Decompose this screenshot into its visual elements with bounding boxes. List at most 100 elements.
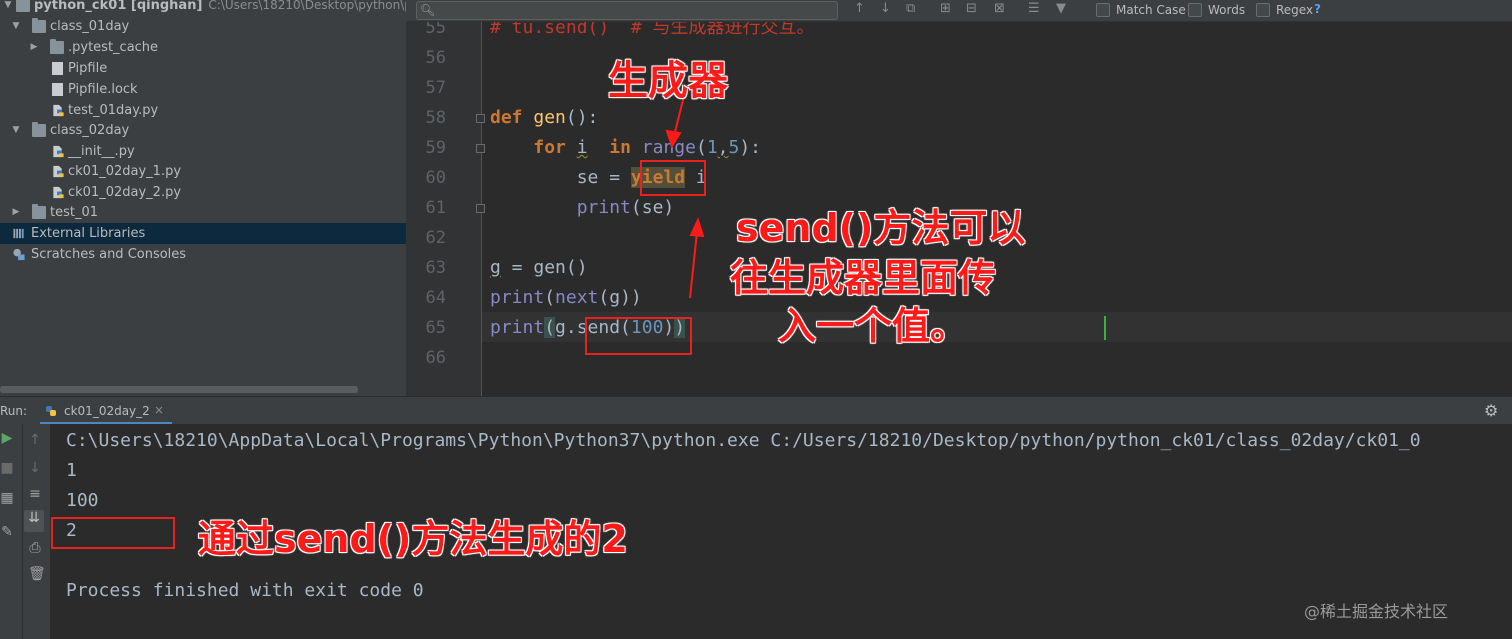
keyword-in: in <box>609 137 631 158</box>
code-line-55: # tu.send() # 与生成器进行交互。 <box>490 22 815 43</box>
tree-item-ck01-02day-2-py[interactable]: ck01_02day_2.py <box>0 182 406 203</box>
down-arrow-icon[interactable]: ↓ <box>28 460 42 476</box>
find-input[interactable]: 🔍︎ <box>416 1 838 20</box>
select-occurrences-icon[interactable]: ⊠ <box>994 1 1005 16</box>
text-caret <box>1104 316 1106 340</box>
tree-item-label: External Libraries <box>31 226 146 241</box>
run-tab[interactable]: ck01_02day_2 × <box>40 397 172 425</box>
next-occurrence-icon[interactable]: ↓ <box>880 1 891 16</box>
chevron-down-icon[interactable]: ▼ <box>10 16 22 37</box>
match-case-label: Match Case <box>1116 3 1186 17</box>
code-token: ( <box>544 287 556 308</box>
horizontal-scrollbar[interactable] <box>0 386 358 393</box>
filter-options-icon[interactable]: ☰ <box>1028 1 1040 16</box>
run-tab-label: ck01_02day_2 <box>64 404 150 418</box>
folder-icon <box>16 0 30 12</box>
rerun-icon[interactable]: ▶ <box>0 430 14 446</box>
tree-item-test-01day-py[interactable]: test_01day.py <box>0 100 406 121</box>
folder-icon <box>50 39 64 54</box>
annotation-send-line3: 入一个值。 <box>778 304 969 348</box>
line-number: 59 <box>425 138 446 158</box>
fold-marker-icon[interactable] <box>476 114 485 123</box>
folder-icon <box>32 204 46 219</box>
layout-icon[interactable]: ▦ <box>0 490 14 506</box>
project-tree: ▼ python_ck01 [qinghan] C:\Users\18210\De… <box>0 0 406 396</box>
tree-item-label: class_01day <box>50 19 130 34</box>
trash-icon[interactable]: 🗑︎ <box>28 566 46 582</box>
tree-item-label: __init__.py <box>68 144 135 159</box>
line-number: 57 <box>425 78 446 98</box>
console-command-line: C:\Users\18210\AppData\Local\Programs\Py… <box>66 430 1421 451</box>
fold-marker-icon[interactable] <box>476 204 485 213</box>
tree-item-pipfile-lock[interactable]: Pipfile.lock <box>0 79 406 100</box>
yield-highlight-box <box>640 160 706 196</box>
tree-item-class-01day[interactable]: ▼ class_01day <box>0 16 406 37</box>
scratches-icon <box>13 248 25 261</box>
builtin-range: range <box>641 137 696 158</box>
python-file-icon <box>53 165 64 178</box>
builtin-print: print <box>490 287 545 308</box>
folder-icon <box>32 18 46 33</box>
file-icon <box>52 83 63 96</box>
find-bar: 🔍︎ ↑ ↓ ⧉ ⊞ ⊟ ⊠ ☰ ▼ Match Case Words Rege… <box>406 0 1512 22</box>
tree-item-ck01-02day-1-py[interactable]: ck01_02day_1.py <box>0 161 406 182</box>
line-number: 65 <box>425 318 446 338</box>
send-highlight-box <box>585 317 692 355</box>
gear-icon[interactable]: ⚙ <box>1484 401 1498 420</box>
console-exit-message: Process finished with exit code 0 <box>66 580 424 601</box>
code-token: (): <box>565 107 599 128</box>
code-line-61: print(se) <box>490 193 675 223</box>
tree-item-class-02day[interactable]: ▼ class_02day <box>0 120 406 141</box>
words-checkbox[interactable] <box>1188 3 1202 17</box>
output-2-highlight-box <box>51 517 175 549</box>
pin-icon[interactable]: ✎ <box>0 524 14 540</box>
tree-item-pytest-cache[interactable]: ▶ .pytest_cache <box>0 37 406 58</box>
python-file-icon <box>53 104 64 117</box>
tree-item-external-libraries[interactable]: External Libraries <box>0 223 406 244</box>
builtin-print: print <box>490 317 545 338</box>
scroll-to-end-icon[interactable]: ⇊ <box>24 510 44 532</box>
print-icon[interactable]: ⎙ <box>28 540 42 556</box>
tree-item-label: Scratches and Consoles <box>31 247 187 262</box>
annotation-send-result: 通过send()方法生成的2 <box>198 517 628 561</box>
file-icon <box>52 62 63 75</box>
annotation-send-line1: send()方法可以 <box>736 206 1026 250</box>
regex-help-link[interactable]: ? <box>1314 2 1321 16</box>
tree-item-pipfile[interactable]: Pipfile <box>0 58 406 79</box>
match-case-checkbox[interactable] <box>1096 3 1110 17</box>
tree-item-label: class_02day <box>50 123 130 138</box>
previous-occurrence-icon[interactable]: ↑ <box>854 1 865 16</box>
line-number: 64 <box>425 288 446 308</box>
fold-marker-icon[interactable] <box>476 144 485 153</box>
line-number: 60 <box>425 168 446 188</box>
filter-icon[interactable]: ▼ <box>1056 1 1066 16</box>
chevron-right-icon[interactable]: ▶ <box>28 37 40 58</box>
tree-item-test-01[interactable]: ▶ test_01 <box>0 202 406 223</box>
up-arrow-icon[interactable]: ↑ <box>28 432 42 448</box>
code-token: = gen() <box>500 257 588 278</box>
console-output-line: 100 <box>66 490 99 511</box>
close-icon[interactable]: × <box>154 403 164 417</box>
run-toolbar-divider <box>22 424 23 639</box>
tree-item-scratches[interactable]: Scratches and Consoles <box>0 244 406 265</box>
code-token: (g)) <box>598 287 642 308</box>
matched-bracket: ( <box>544 317 556 338</box>
library-icon <box>13 228 24 239</box>
chevron-right-icon[interactable]: ▶ <box>10 202 22 223</box>
code-token: , <box>717 137 729 158</box>
tree-item-project-root[interactable]: ▼ python_ck01 [qinghan] C:\Users\18210\De… <box>0 0 406 16</box>
code-line-59: for i in range(1,5): <box>490 133 761 163</box>
chevron-down-icon[interactable]: ▼ <box>2 0 14 16</box>
add-occurrence-icon[interactable]: ⊞ <box>940 1 951 16</box>
stop-icon[interactable]: ■ <box>0 460 14 476</box>
code-token: (se) <box>630 197 675 218</box>
line-number: 66 <box>425 348 446 368</box>
tree-item-init-py[interactable]: __init__.py <box>0 141 406 162</box>
remove-occurrence-icon[interactable]: ⊟ <box>966 1 977 16</box>
builtin-next: next <box>555 287 599 308</box>
soft-wrap-icon[interactable]: ≡ <box>28 486 42 502</box>
select-all-occurrences-icon[interactable]: ⧉ <box>906 1 915 16</box>
regex-checkbox[interactable] <box>1256 3 1270 17</box>
chevron-down-icon[interactable]: ▼ <box>10 120 22 141</box>
words-label: Words <box>1208 3 1246 17</box>
